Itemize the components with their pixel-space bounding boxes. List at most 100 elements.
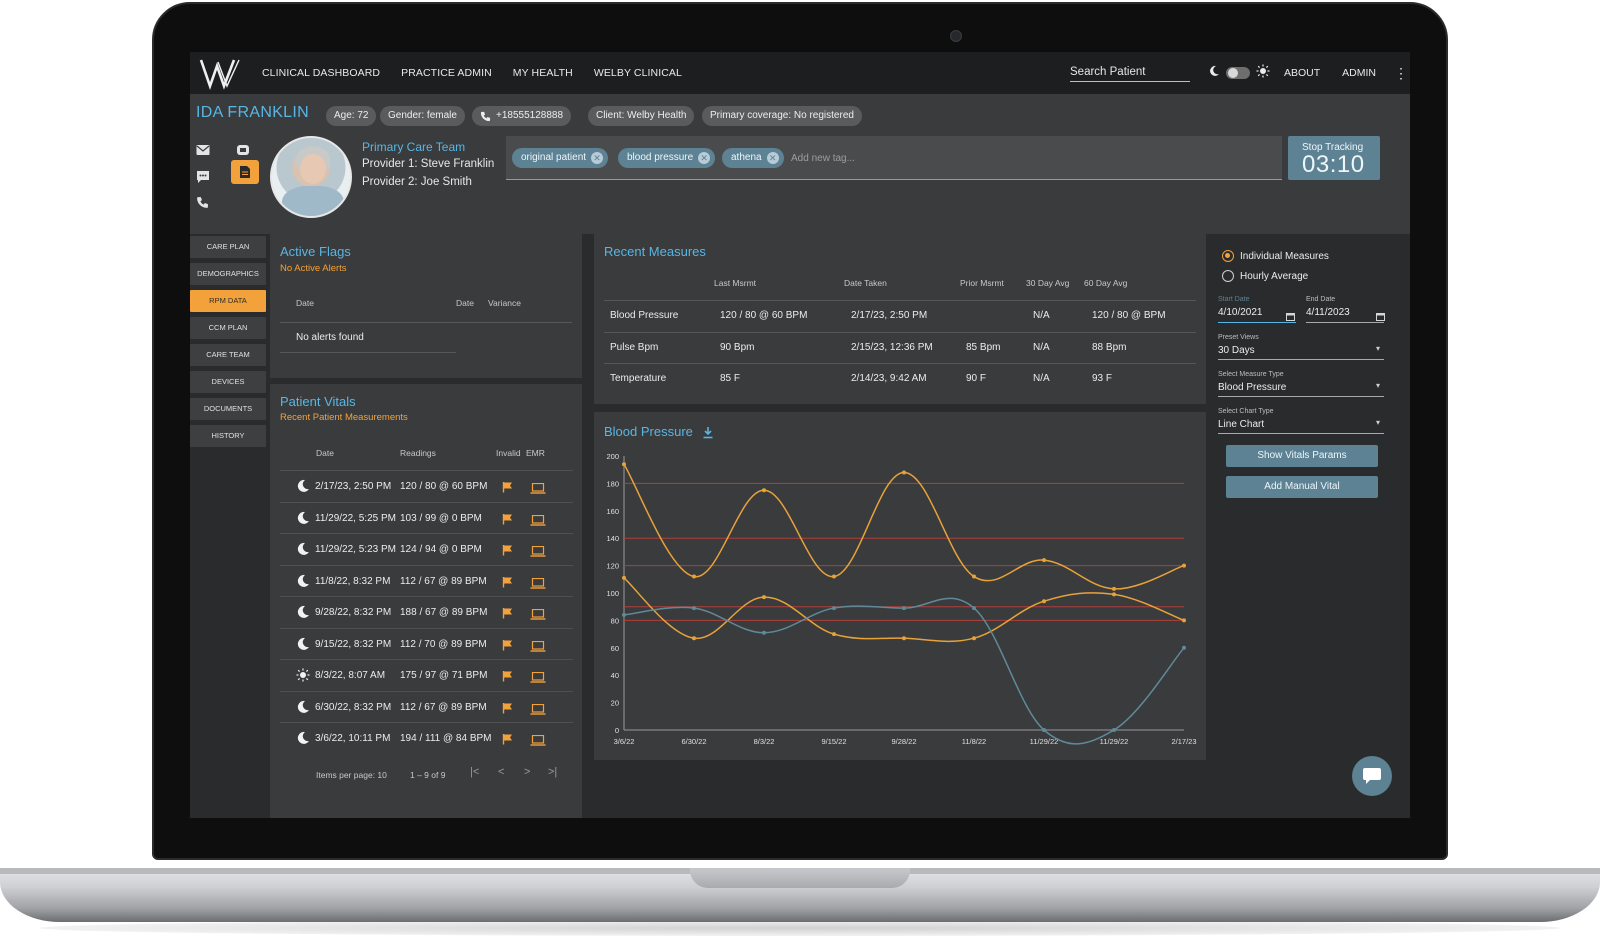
bp-line-chart[interactable]: 0 20 40 60 80 100 120 140 160 180 200 3/6/22 6/30/22…	[594, 412, 1206, 760]
table-row[interactable]: 9/28/22, 8:32 PM 188 / 67 @ 89 BPM	[280, 596, 573, 628]
chart-type-label: Select Chart Type	[1218, 408, 1274, 415]
nav-practice-admin[interactable]: PRACTICE ADMIN	[401, 67, 492, 79]
remove-tag-icon[interactable]: ✕	[766, 152, 779, 164]
stop-tracking-button[interactable]: Stop Tracking 03:10	[1288, 136, 1380, 180]
measure-cell-avg60: 120 / 80 @ BPM	[1092, 310, 1166, 321]
chart-type-select[interactable]: Line Chart	[1218, 419, 1264, 430]
show-vitals-params-button[interactable]: Show Vitals Params	[1226, 445, 1378, 467]
search-patient-input[interactable]	[1070, 62, 1190, 82]
nav-my-health[interactable]: MY HEALTH	[513, 67, 573, 79]
flag-icon[interactable]	[502, 701, 514, 713]
x-tick-label: 11/29/22	[1100, 737, 1129, 746]
left-nav-care-team[interactable]: CARE TEAM	[190, 344, 266, 366]
flag-icon[interactable]	[502, 575, 514, 587]
series-point-1	[972, 636, 976, 641]
left-nav-documents[interactable]: DOCUMENTS	[190, 398, 266, 420]
age-chip: Age: 72	[326, 106, 377, 126]
client-chip: Client: Welby Health	[588, 106, 695, 126]
table-row[interactable]: 2/17/23, 2:50 PM 120 / 80 @ 60 BPM	[280, 470, 573, 502]
emr-laptop-icon[interactable]	[530, 513, 546, 526]
tag-original-patient[interactable]: original patient ✕	[512, 148, 609, 168]
remove-tag-icon[interactable]: ✕	[591, 152, 604, 164]
left-nav-history[interactable]: HISTORY	[190, 425, 266, 447]
moon-icon	[296, 511, 310, 525]
preset-views-select[interactable]: 30 Days	[1218, 345, 1255, 356]
phone-call-icon[interactable]	[196, 196, 212, 212]
support-chat-button[interactable]	[1352, 756, 1392, 796]
message-icon[interactable]	[236, 144, 252, 160]
theme-toggle[interactable]	[1226, 67, 1250, 79]
left-nav-care-plan[interactable]: CARE PLAN	[190, 236, 266, 258]
vital-date: 8/3/22, 8:07 AM	[315, 670, 386, 681]
emr-laptop-icon[interactable]	[530, 733, 546, 746]
start-date-input[interactable]: 4/10/2021	[1218, 307, 1263, 318]
calendar-icon[interactable]	[1286, 308, 1295, 326]
remove-tag-icon[interactable]: ✕	[698, 152, 711, 164]
tag-athena[interactable]: athena ✕	[722, 148, 784, 168]
series-point-1	[622, 575, 626, 580]
first-page-icon[interactable]: |<	[470, 766, 479, 778]
gender-chip: Gender: female	[380, 106, 465, 126]
radio-hourly-average[interactable]	[1222, 270, 1234, 282]
end-date-input[interactable]: 4/11/2023	[1306, 307, 1350, 318]
table-row[interactable]: 11/8/22, 8:32 PM 112 / 67 @ 89 BPM	[280, 564, 573, 597]
radio-individual-measures[interactable]	[1222, 250, 1234, 262]
measure-type-select[interactable]: Blood Pressure	[1218, 382, 1286, 393]
active-flags-panel: Active Flags No Active Alerts Date Date …	[270, 234, 582, 378]
flag-icon[interactable]	[502, 732, 514, 745]
divider	[280, 352, 456, 353]
next-page-icon[interactable]: >	[524, 766, 530, 778]
left-nav-demographics[interactable]: DEMOGRAPHICS	[190, 263, 266, 285]
flag-icon[interactable]	[502, 480, 514, 493]
left-nav-devices[interactable]: DEVICES	[190, 371, 266, 393]
calendar-icon[interactable]	[1376, 308, 1385, 326]
flag-icon[interactable]	[502, 669, 514, 682]
series-point-2	[902, 606, 906, 611]
flag-icon[interactable]	[502, 606, 514, 619]
add-tag-input[interactable]	[791, 148, 991, 168]
emr-laptop-icon[interactable]	[530, 639, 546, 652]
left-nav-rpm-data[interactable]: RPM DATA	[190, 290, 266, 312]
nav-welby-clinical[interactable]: WELBY CLINICAL	[594, 67, 682, 79]
tag-label: athena	[731, 152, 762, 163]
emr-laptop-icon[interactable]	[530, 607, 546, 620]
patient-avatar	[270, 136, 352, 218]
left-nav-ccm-plan[interactable]: CCM PLAN	[190, 317, 266, 339]
emr-laptop-icon[interactable]	[530, 481, 546, 494]
more-options-icon[interactable]: ⋮	[1394, 66, 1408, 80]
notes-button[interactable]	[231, 160, 259, 184]
series-point-0	[972, 574, 976, 579]
email-icon[interactable]	[196, 144, 212, 160]
add-manual-vital-button[interactable]: Add Manual Vital	[1226, 476, 1378, 498]
about-link[interactable]: ABOUT	[1284, 67, 1320, 79]
phone-chip[interactable]: +18555128888	[472, 106, 572, 126]
vital-date: 3/6/22, 10:11 PM	[315, 733, 391, 744]
emr-laptop-icon[interactable]	[530, 702, 546, 715]
table-row[interactable]: 9/15/22, 8:32 PM 112 / 70 @ 89 BPM	[280, 627, 573, 660]
table-row[interactable]: 11/29/22, 5:25 PM 103 / 99 @ 0 BPM	[280, 501, 573, 534]
last-page-icon[interactable]: >|	[548, 766, 557, 778]
emr-laptop-icon[interactable]	[530, 670, 546, 683]
admin-menu[interactable]: ADMIN	[1342, 67, 1376, 79]
table-row[interactable]: 11/29/22, 5:23 PM 124 / 94 @ 0 BPM	[280, 533, 573, 565]
tags-box: original patient ✕ blood pressure ✕ athe…	[506, 136, 1282, 180]
welby-logo[interactable]	[196, 52, 246, 94]
table-row[interactable]: 8/3/22, 8:07 AM 175 / 97 @ 71 BPM	[280, 659, 573, 691]
prev-page-icon[interactable]: <	[498, 766, 504, 778]
flag-icon[interactable]	[502, 512, 514, 524]
nav-clinical-dashboard[interactable]: CLINICAL DASHBOARD	[262, 67, 380, 79]
flag-icon[interactable]	[502, 638, 514, 650]
measure-cell-name: Pulse Bpm	[610, 341, 659, 353]
flag-icon[interactable]	[502, 543, 514, 556]
chat-icon[interactable]	[196, 170, 212, 186]
tag-blood-pressure[interactable]: blood pressure ✕	[618, 148, 716, 168]
measure-cell-avg60: 93 F	[1092, 373, 1113, 384]
emr-laptop-icon[interactable]	[530, 576, 546, 589]
series-point-1	[832, 632, 836, 637]
items-per-page[interactable]: Items per page: 10	[316, 770, 387, 780]
table-row[interactable]: 6/30/22, 8:32 PM 112 / 67 @ 89 BPM	[280, 690, 573, 723]
table-row[interactable]: 3/6/22, 10:11 PM 194 / 111 @ 84 BPM	[280, 722, 573, 754]
emr-laptop-icon[interactable]	[530, 544, 546, 557]
bp-chart-panel: Blood Pressure 0 20 40 60 80 100 120 140 160 180 2…	[594, 412, 1206, 760]
app-screen: CLINICAL DASHBOARD PRACTICE ADMIN MY HEA…	[190, 52, 1410, 818]
